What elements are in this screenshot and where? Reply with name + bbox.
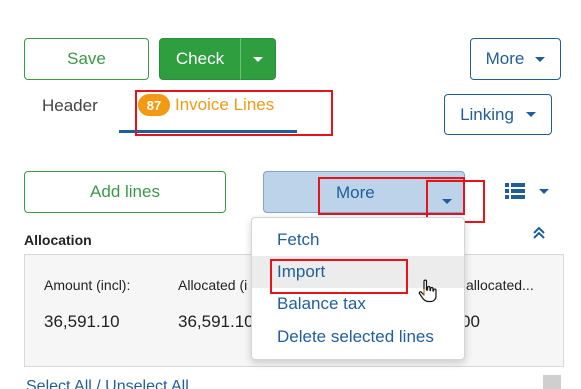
selection-links: Select All / Unselect All bbox=[26, 378, 189, 389]
menu-item-fetch[interactable]: Fetch bbox=[252, 224, 464, 256]
add-lines-button[interactable]: Add lines bbox=[24, 171, 226, 213]
tab-header-label: Header bbox=[42, 96, 98, 115]
list-icon bbox=[505, 183, 525, 199]
menu-item-delete-selected-lines-label: Delete selected lines bbox=[277, 327, 434, 346]
check-button[interactable]: Check bbox=[159, 38, 241, 80]
more-actions-button[interactable]: More bbox=[470, 38, 561, 80]
check-button-label: Check bbox=[175, 49, 225, 68]
scrollbar-thumb[interactable] bbox=[543, 375, 561, 389]
menu-item-fetch-label: Fetch bbox=[277, 230, 320, 249]
allocated-incl-value: 36,591.10 bbox=[178, 312, 254, 331]
amount-incl-label: Amount (incl): bbox=[44, 277, 131, 293]
link-separator: / bbox=[96, 378, 101, 389]
view-toggle-button[interactable] bbox=[505, 181, 550, 201]
chevron-down-icon bbox=[539, 188, 549, 194]
tab-invoice-lines-label: Invoice Lines bbox=[175, 95, 275, 114]
linking-button[interactable]: Linking bbox=[444, 94, 552, 135]
allocated-incl-label: Allocated (i bbox=[178, 277, 248, 293]
active-tab-indicator bbox=[119, 130, 297, 133]
linking-button-label: Linking bbox=[460, 104, 514, 124]
check-dropdown-toggle[interactable] bbox=[240, 38, 276, 80]
tab-header[interactable]: Header bbox=[42, 96, 98, 116]
chevron-up-double-icon bbox=[533, 226, 545, 239]
invoice-lines-count-badge: 87 bbox=[138, 94, 170, 116]
lines-more-button[interactable]: More bbox=[263, 171, 465, 213]
lines-more-label: More bbox=[336, 183, 375, 202]
unallocated-label: allocated... bbox=[466, 277, 534, 293]
more-actions-label: More bbox=[485, 49, 525, 68]
hand-pointer-icon bbox=[418, 279, 437, 303]
tab-invoice-lines[interactable]: 87 Invoice Lines bbox=[138, 94, 274, 116]
unselect-all-link[interactable]: Unselect All bbox=[105, 378, 189, 389]
menu-item-import-label: Import bbox=[277, 262, 326, 281]
menu-item-delete-selected-lines[interactable]: Delete selected lines bbox=[252, 321, 464, 353]
chevron-down-icon bbox=[525, 112, 536, 117]
add-lines-label: Add lines bbox=[90, 182, 160, 201]
select-all-link[interactable]: Select All bbox=[26, 378, 92, 389]
chevron-down-icon bbox=[442, 199, 452, 204]
chevron-down-icon bbox=[253, 56, 263, 62]
allocation-title: Allocation bbox=[24, 232, 92, 248]
collapse-toggle[interactable] bbox=[532, 226, 546, 245]
chevron-down-icon bbox=[535, 56, 546, 62]
save-button[interactable]: Save bbox=[24, 38, 149, 80]
menu-item-balance-tax-label: Balance tax bbox=[277, 294, 366, 313]
lines-more-dropdown-toggle[interactable] bbox=[442, 191, 452, 209]
amount-incl-value: 36,591.10 bbox=[44, 312, 120, 331]
save-button-label: Save bbox=[67, 49, 106, 68]
